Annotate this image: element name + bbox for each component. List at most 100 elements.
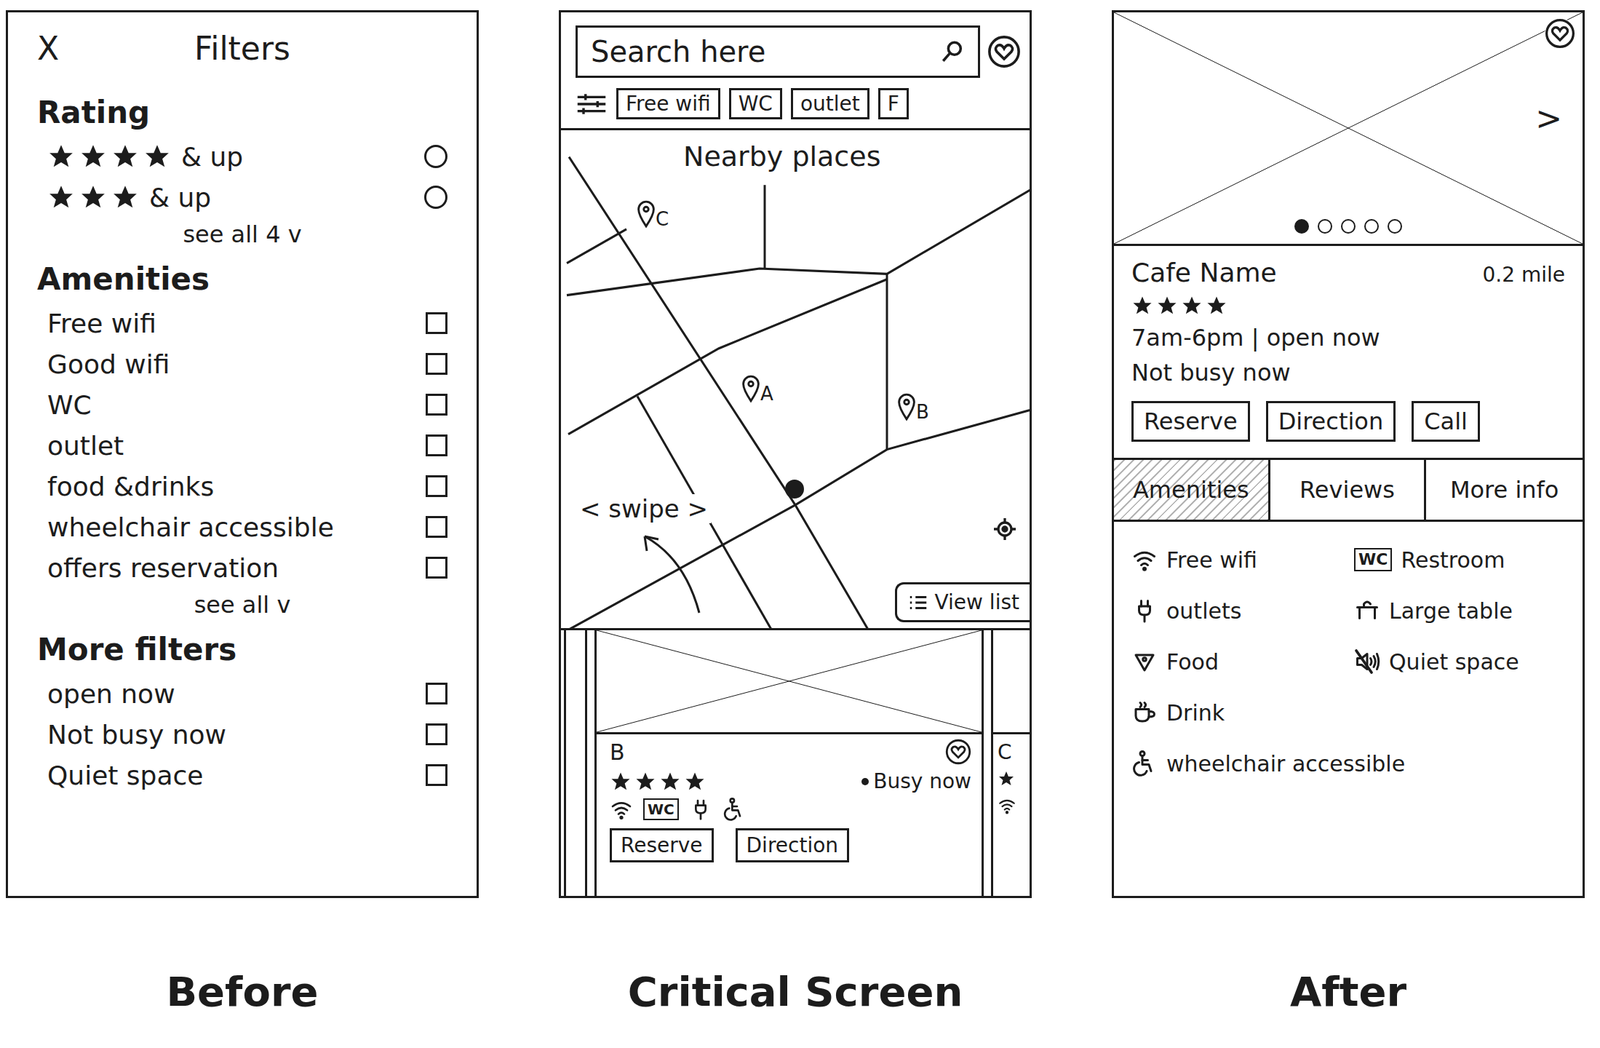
next-card[interactable]: C [990,630,1030,896]
radio-button[interactable] [424,185,448,209]
carousel-dot[interactable] [1387,219,1403,234]
rating-option[interactable]: & up [37,176,448,218]
place-card[interactable]: B Busy now WC Reserve Direction [594,630,984,896]
amenity-option[interactable]: wheelchair accessible [37,506,448,548]
map-pin[interactable]: C [636,199,669,229]
amenity-option[interactable]: Free wifi [37,302,448,344]
photo-carousel[interactable]: > [1113,12,1583,246]
amenity-label: Large table [1388,598,1513,624]
tab[interactable]: More info [1426,459,1583,520]
map-pin[interactable]: B [897,392,930,422]
swipe-arrow-icon [633,528,707,617]
quiet-icon [1354,648,1381,675]
amenity-option[interactable]: offers reservation [37,547,448,588]
action-button[interactable]: Call [1411,400,1480,442]
amenity-option[interactable]: WC [37,384,448,425]
search-icon[interactable] [940,39,965,65]
star-icon [1180,294,1203,317]
search-placeholder: Search here [590,34,766,69]
favorite-button[interactable] [1544,18,1576,49]
next-photo-button[interactable]: > [1532,99,1566,137]
checkbox[interactable] [425,475,448,497]
checkbox[interactable] [425,312,448,334]
rating-option[interactable]: & up [37,136,448,177]
carousel-dot[interactable] [1340,219,1356,234]
checkbox[interactable] [425,723,448,746]
detail-tabs: AmenitiesReviewsMore info [1113,457,1583,522]
map-pin[interactable]: A [741,373,774,404]
caption: Critical Screen [627,967,964,1016]
heart-icon[interactable] [1544,18,1576,49]
see-all-link[interactable]: see all 4 v [37,217,448,252]
card-button[interactable]: Reserve [609,828,714,863]
search-field[interactable]: Search here [575,25,981,78]
amenity-label: Food [1166,649,1219,675]
checkbox[interactable] [425,352,448,375]
checkbox[interactable] [425,515,448,538]
amenity-item: Large table [1354,597,1566,624]
amenity-label: Free wifi [1166,547,1258,573]
radio-button[interactable] [424,144,448,169]
rating-heading: Rating [37,94,448,131]
close-button[interactable]: X [37,29,81,67]
action-buttons: Reserve Direction Call [1131,400,1566,442]
option-label: food &drinks [47,471,214,502]
filters-title: Filters [80,29,404,67]
caption: After [1290,967,1407,1016]
tab[interactable]: Reviews [1270,459,1427,520]
star-icon [683,770,706,793]
action-button[interactable]: Direction [1266,400,1397,442]
amenity-item: Food [1131,648,1343,675]
more-filter-option[interactable]: Not busy now [37,713,448,755]
checkbox[interactable] [425,434,448,457]
card-info: B Busy now WC Reserve Direction [596,734,982,869]
checkbox[interactable] [425,393,448,416]
filter-chip[interactable]: Free wifi [616,88,721,120]
checkbox[interactable] [425,556,448,579]
filter-icon[interactable] [575,91,608,117]
previous-card[interactable] [563,630,588,896]
card-rating-row: Busy now [609,769,972,794]
pin-label: B [916,402,930,422]
amenity-option[interactable]: Good wifi [37,343,448,385]
card-button[interactable]: Direction [735,828,850,863]
checkbox[interactable] [425,682,448,705]
amenity-label: wheelchair accessible [1166,750,1406,777]
card-title-row: B [609,738,972,765]
filter-chip[interactable]: outlet [790,88,870,120]
distance: 0.2 mile [1482,262,1566,287]
map[interactable]: Nearby placesCAB< swipe >View list [560,130,1030,631]
option-label: Free wifi [47,308,157,339]
checkbox[interactable] [425,763,448,786]
list-icon [907,591,930,614]
action-button[interactable]: Reserve [1131,400,1251,442]
more-filter-option[interactable]: open now [37,673,448,714]
amenity-option[interactable]: food &drinks [37,465,448,507]
see-all-link[interactable]: see all v [37,587,448,622]
option-label: open now [47,678,176,709]
pin-icon [741,373,761,404]
carousel-dot[interactable] [1294,219,1309,234]
amenity-option[interactable]: outlet [37,424,448,466]
more-filters-heading: More filters [37,631,448,668]
option-label: Not busy now [47,719,227,750]
pin-label: C [655,209,669,229]
view-list-button[interactable]: View list [894,582,1030,623]
filter-chip[interactable]: WC [729,88,783,120]
carousel-dot[interactable] [1364,219,1379,234]
status-dot [861,777,869,786]
filter-chip[interactable]: F [878,88,909,120]
carousel-dot[interactable] [1317,219,1333,234]
place-cards[interactable]: B Busy now WC Reserve Direction C [560,630,1030,896]
place-name: B [609,739,626,765]
amenity-label: Quiet space [1388,649,1520,675]
wifi-icon [1131,546,1158,573]
map-screen: Search hereFree wifiWCoutletFNearby plac… [558,10,1032,898]
more-filter-option[interactable]: Quiet space [37,754,448,796]
pin-icon [897,392,917,422]
card-amenities: WC [609,797,972,821]
locate-icon[interactable] [991,515,1018,543]
tab[interactable]: Amenities [1113,459,1271,520]
heart-icon[interactable] [987,34,1021,69]
heart-icon[interactable] [945,738,972,765]
